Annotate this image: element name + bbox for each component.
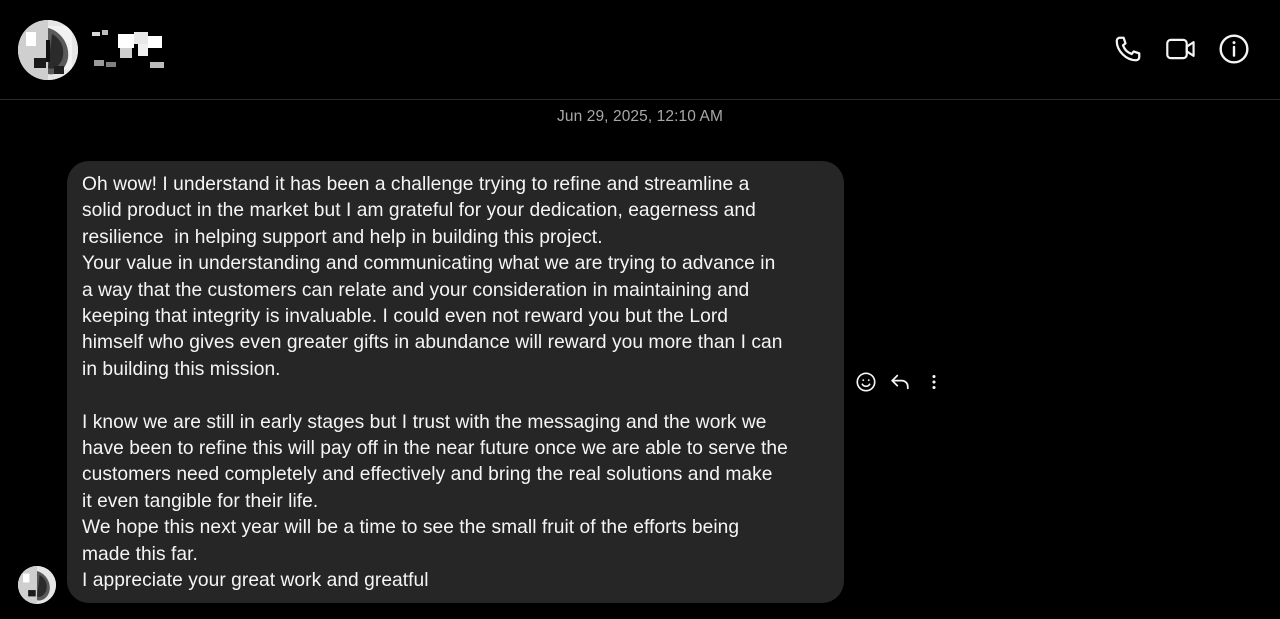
vertical-ellipsis-icon <box>932 374 936 390</box>
react-button[interactable] <box>852 368 880 396</box>
chat-header <box>0 0 1280 100</box>
chat-window: Jun 29, 2025, 12:10 AM Oh wow! I underst… <box>0 0 1280 619</box>
message-text: Oh wow! I understand it has been a chall… <box>82 174 788 592</box>
conversation-info-button[interactable] <box>1218 33 1250 65</box>
info-icon <box>1219 34 1249 64</box>
video-camera-icon <box>1166 38 1195 60</box>
smiley-icon <box>856 372 876 392</box>
avatar-icon <box>18 20 78 80</box>
video-call-button[interactable] <box>1165 33 1197 65</box>
reply-button[interactable] <box>886 368 914 396</box>
phone-icon <box>1115 36 1141 62</box>
contact-avatar[interactable] <box>18 20 78 80</box>
avatar-icon <box>18 566 56 604</box>
redacted-name-graphic <box>92 30 164 68</box>
sender-avatar[interactable] <box>18 566 56 604</box>
message-actions <box>852 368 948 396</box>
more-options-button[interactable] <box>920 368 948 396</box>
phone-call-button[interactable] <box>1112 33 1144 65</box>
message-bubble[interactable]: Oh wow! I understand it has been a chall… <box>67 161 844 603</box>
message-timestamp: Jun 29, 2025, 12:10 AM <box>557 108 723 125</box>
reply-arrow-icon <box>891 374 909 390</box>
contact-name-redacted[interactable] <box>90 28 166 72</box>
header-actions <box>1112 33 1250 65</box>
